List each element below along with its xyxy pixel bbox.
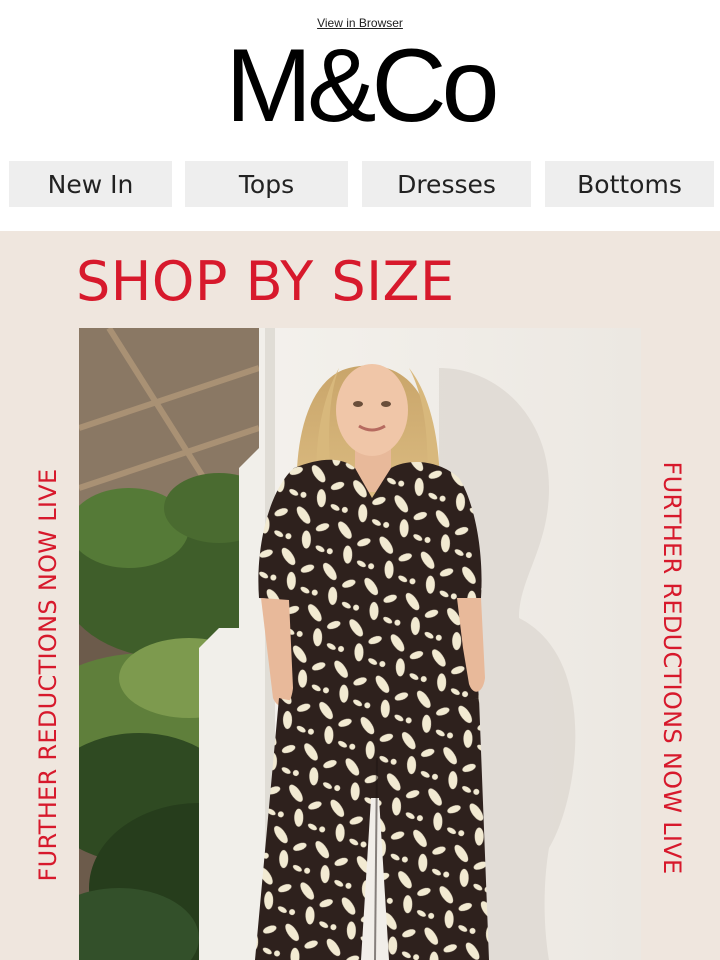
nav-bottoms-button[interactable]: Bottoms [545, 161, 714, 207]
nav-new-in-button[interactable]: New In [9, 161, 172, 207]
brand-logo[interactable]: M&Co [0, 28, 720, 144]
category-nav: New In Tops Dresses Bottoms [0, 161, 720, 207]
email-page: View in Browser M&Co New In Tops Dresses… [0, 0, 720, 960]
nav-tops-button[interactable]: Tops [185, 161, 348, 207]
side-promo-left: FURTHER REDUCTIONS NOW LIVE [34, 468, 62, 882]
model-photo-illustration [79, 328, 641, 960]
hero-photo[interactable] [79, 328, 641, 960]
shop-by-size-banner[interactable]: SHOP BY SIZE FURTHER REDUCTIONS NOW LIVE… [0, 231, 720, 960]
side-promo-right: FURTHER REDUCTIONS NOW LIVE [658, 461, 686, 875]
nav-dresses-button[interactable]: Dresses [362, 161, 531, 207]
hero-title: SHOP BY SIZE [76, 250, 455, 313]
